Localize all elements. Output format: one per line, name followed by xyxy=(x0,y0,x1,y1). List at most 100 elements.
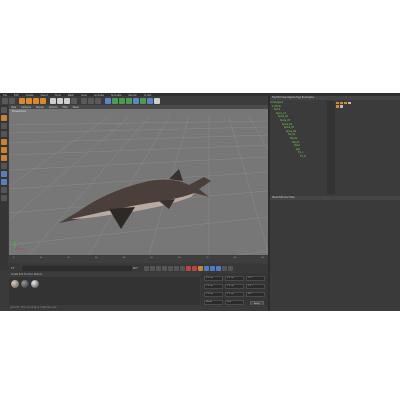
timeline-tick: 50 xyxy=(150,257,153,259)
pen-icon[interactable] xyxy=(112,97,118,104)
deformer-icon[interactable] xyxy=(133,97,139,104)
phong-tag-icon[interactable] xyxy=(340,105,343,108)
edges-mode-icon[interactable] xyxy=(1,147,7,153)
weight-tag-icon[interactable] xyxy=(336,105,339,108)
move-icon[interactable] xyxy=(26,97,32,104)
make-editable-icon[interactable] xyxy=(1,107,7,113)
points-mode-icon[interactable] xyxy=(1,139,7,145)
next-frame-icon[interactable] xyxy=(168,265,173,271)
visibility-column[interactable] xyxy=(327,101,335,194)
size-y-field[interactable]: Y 0 cm xyxy=(225,284,244,289)
position-z-field[interactable]: Z 0 cm xyxy=(204,292,223,297)
keyframe-selection-icon[interactable] xyxy=(198,265,203,271)
render-picture-viewer-icon[interactable] xyxy=(88,97,94,104)
size-z-field[interactable]: Z 0 cm xyxy=(225,292,244,297)
om-menu-objects[interactable]: Objects xyxy=(287,96,295,99)
viewport-scene xyxy=(9,116,268,255)
timeline-ruler[interactable]: 0 10 20 30 40 50 60 70 80 90 xyxy=(9,256,268,263)
previous-frame-icon[interactable] xyxy=(156,265,161,271)
timeline-tick: 80 xyxy=(233,257,237,259)
cube-icon[interactable] xyxy=(105,97,111,104)
light-icon[interactable] xyxy=(154,97,160,104)
playback-controls: 0 F 90 F xyxy=(9,264,268,272)
camera-icon[interactable] xyxy=(147,97,153,104)
array-icon[interactable] xyxy=(126,97,132,104)
go-to-end-icon[interactable] xyxy=(180,265,185,271)
sturgeon-model[interactable] xyxy=(59,169,211,229)
am-menu-user-data[interactable]: User Data xyxy=(284,196,295,199)
om-menu-bookmarks[interactable]: Bookmarks xyxy=(302,96,314,99)
go-to-start-icon[interactable] xyxy=(144,265,149,271)
material-menu-create[interactable]: Create xyxy=(11,273,18,276)
parameter-key-icon[interactable] xyxy=(222,265,227,271)
am-menu-mode[interactable]: Mode xyxy=(272,196,278,199)
texture-tag-icon[interactable] xyxy=(344,101,347,105)
end-frame-field[interactable]: 90 F xyxy=(133,267,143,270)
tweak-mode-icon[interactable] xyxy=(1,171,7,177)
phong-tag-icon[interactable] xyxy=(348,101,351,105)
object-manager-menubar: File Edit View Objects Tags Bookmarks xyxy=(270,96,400,100)
play-icon[interactable] xyxy=(162,265,167,271)
render-view-icon[interactable] xyxy=(81,97,87,104)
render-settings-icon[interactable] xyxy=(95,97,101,104)
redo-icon[interactable] xyxy=(9,97,15,104)
rotation-p-field[interactable]: P 0 ° xyxy=(246,284,265,289)
om-menu-view[interactable]: View xyxy=(281,96,286,99)
autokey-icon[interactable] xyxy=(192,265,197,271)
next-key-icon[interactable] xyxy=(174,265,179,271)
left-toolbar xyxy=(0,105,8,270)
material-menu-texture[interactable]: Texture xyxy=(34,273,42,276)
position-y-field[interactable]: Y 0 cm xyxy=(204,284,223,289)
top-toolbar xyxy=(0,96,268,105)
am-menu-edit[interactable]: Edit xyxy=(279,196,283,199)
object-row[interactable]: Fin_R xyxy=(270,155,332,159)
polygons-mode-icon[interactable] xyxy=(1,155,7,161)
previous-key-icon[interactable] xyxy=(150,265,155,271)
lock-workplane-icon[interactable] xyxy=(1,195,7,201)
timeline-tick: 90 xyxy=(261,257,264,259)
om-menu-edit[interactable]: Edit xyxy=(276,96,280,99)
rotation-b-field[interactable]: B 0 ° xyxy=(246,292,265,297)
workplane-icon[interactable] xyxy=(1,131,7,137)
live-selection-icon[interactable] xyxy=(19,97,25,104)
model-mode-icon[interactable] xyxy=(1,115,7,121)
texture-mode-icon[interactable] xyxy=(1,123,7,129)
material-menubar: Create Edit Function Texture xyxy=(9,273,200,277)
material-swatch[interactable] xyxy=(21,280,29,288)
timeline-tick: 20 xyxy=(67,257,70,259)
material-menu-function[interactable]: Function xyxy=(24,273,33,276)
material-menu-edit[interactable]: Edit xyxy=(19,273,23,276)
size-x-field[interactable]: X 0 cm xyxy=(225,276,244,281)
x-axis-icon[interactable] xyxy=(50,97,56,104)
timeline-range-slider[interactable] xyxy=(22,265,132,271)
timeline-tick: 10 xyxy=(39,257,43,259)
position-key-icon[interactable] xyxy=(204,265,209,271)
current-frame-field[interactable]: 0 F xyxy=(11,267,21,270)
record-icon[interactable] xyxy=(186,265,191,271)
om-menu-tags[interactable]: Tags xyxy=(296,96,301,99)
y-axis-icon[interactable] xyxy=(57,97,63,104)
z-axis-icon[interactable] xyxy=(64,97,70,104)
object-manager: File Edit View Objects Tags Bookmarks L0… xyxy=(270,96,400,195)
scale-key-icon[interactable] xyxy=(210,265,215,271)
attribute-manager: Mode Edit User Data xyxy=(270,196,400,311)
quantize-icon[interactable] xyxy=(1,187,7,193)
rotation-h-field[interactable]: H 0 ° xyxy=(246,276,265,281)
point-level-icon[interactable] xyxy=(228,265,233,271)
snap-icon[interactable] xyxy=(1,179,7,185)
perspective-viewport[interactable]: View Cameras Display Options Filter Pane… xyxy=(9,105,268,255)
material-swatch[interactable] xyxy=(31,280,39,288)
coordinate-system-icon[interactable] xyxy=(71,97,77,104)
environment-icon[interactable] xyxy=(140,97,146,104)
scale-icon[interactable] xyxy=(33,97,39,104)
texture-tag-icon[interactable] xyxy=(340,101,343,105)
cinema4d-window: File Edit Create Select Tools Mesh Snap … xyxy=(0,93,400,311)
subdivision-icon[interactable] xyxy=(119,97,125,104)
texture-tag-icon[interactable] xyxy=(336,101,339,105)
rotate-icon[interactable] xyxy=(40,97,46,104)
rotation-key-icon[interactable] xyxy=(216,265,221,271)
position-x-field[interactable]: X 0 cm xyxy=(204,276,223,281)
material-swatch[interactable] xyxy=(11,280,19,288)
undo-icon[interactable] xyxy=(2,97,8,104)
axis-mode-icon[interactable] xyxy=(1,163,7,169)
